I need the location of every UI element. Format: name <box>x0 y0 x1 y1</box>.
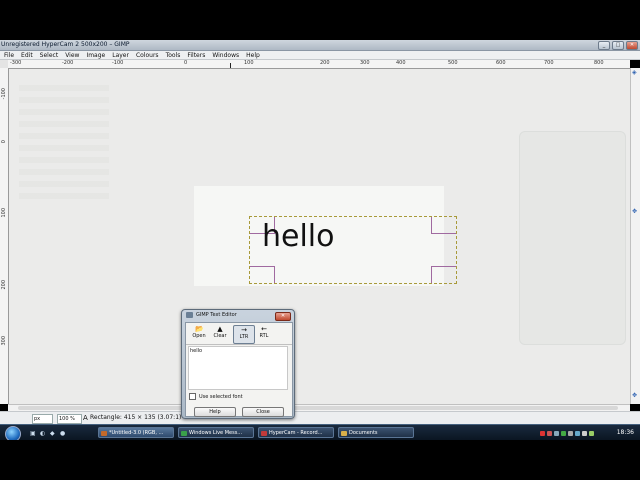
menu-view[interactable]: View <box>65 51 79 59</box>
dialog-close-button[interactable]: ✕ <box>275 312 291 321</box>
clear-icon: ▲ <box>217 325 223 333</box>
menu-edit[interactable]: Edit <box>21 51 33 59</box>
help-button[interactable]: Help <box>194 407 236 417</box>
background-ghost-window <box>519 131 626 345</box>
gimp-icon <box>186 312 193 318</box>
taskbar-item-gimp[interactable]: *Untitled-3.0 (RGB, ... <box>98 427 174 438</box>
ruler-tick: 0 <box>1 140 7 144</box>
menu-filters[interactable]: Filters <box>187 51 205 59</box>
menu-select[interactable]: Select <box>40 51 59 59</box>
nav-icon[interactable]: ◈ <box>632 69 637 76</box>
ruler-tick: 200 <box>1 280 7 290</box>
ltr-icon: → <box>241 326 247 334</box>
rtl-icon: ← <box>261 325 267 333</box>
quick-launch-icon[interactable]: ▣ <box>30 430 36 437</box>
window-titlebar[interactable]: Unregistered HyperCam 2 500x200 – GIMP _… <box>0 40 640 51</box>
canvas-text[interactable]: hello <box>262 219 335 255</box>
taskbar-item-messenger[interactable]: Windows Live Mess... <box>178 427 254 438</box>
text-editor-dialog: GIMP Text Editor ✕ 📂 Open ▲ Clear → LTR … <box>181 309 295 419</box>
gimp-icon <box>101 431 107 436</box>
tray-icon[interactable] <box>561 430 566 436</box>
ruler-tick: 400 <box>396 60 406 66</box>
ruler-tick: 800 <box>594 60 604 66</box>
network-icon[interactable] <box>589 430 594 436</box>
ruler-tick: -300 <box>10 60 22 66</box>
window-title: Unregistered HyperCam 2 500x200 – GIMP <box>1 41 130 48</box>
resize-handle-bottom-left[interactable] <box>250 266 275 283</box>
ltr-button[interactable]: → LTR <box>233 325 255 344</box>
volume-icon[interactable] <box>582 430 587 436</box>
tray-icon[interactable] <box>547 430 552 436</box>
close-button[interactable]: ✕ <box>626 41 638 50</box>
folder-icon: 📂 <box>195 325 204 333</box>
hypercam-icon <box>261 431 267 436</box>
menu-colours[interactable]: Colours <box>136 51 159 59</box>
tray-icon[interactable] <box>554 430 559 436</box>
maximize-button[interactable]: □ <box>612 41 624 50</box>
taskbar: ▣ ◐ ◆ ● *Untitled-3.0 (RGB, ... Windows … <box>0 424 640 442</box>
ruler-tick: 500 <box>448 60 458 66</box>
tray-icon[interactable] <box>540 430 545 436</box>
menu-tools[interactable]: Tools <box>166 51 181 59</box>
status-message: Rectangle: 415 × 135 (3.07:1) <box>90 414 182 421</box>
vertical-ruler[interactable]: -100 0 100 200 300 <box>0 68 9 404</box>
folder-icon <box>341 431 347 436</box>
ruler-tick: 300 <box>360 60 370 66</box>
zoom-select[interactable]: 100 % <box>57 414 82 424</box>
dialog-close-text-button[interactable]: Close <box>242 407 284 417</box>
video-letterbox-top <box>0 0 640 40</box>
video-letterbox-bottom <box>0 440 640 480</box>
menu-help[interactable]: Help <box>246 51 260 59</box>
menu-image[interactable]: Image <box>86 51 105 59</box>
menu-bar: File Edit Select View Image Layer Colour… <box>0 51 640 60</box>
horizontal-ruler[interactable]: -300 -200 -100 0 100 200 300 400 500 600… <box>8 60 630 69</box>
ruler-tick: -100 <box>1 88 7 100</box>
tray-icon[interactable] <box>568 430 573 436</box>
ruler-tick: 0 <box>184 60 188 66</box>
text-layer-box[interactable]: hello <box>249 216 457 284</box>
quick-launch-icon[interactable]: ◐ <box>40 430 45 437</box>
ruler-tick: 200 <box>320 60 330 66</box>
menu-layer[interactable]: Layer <box>112 51 129 59</box>
clear-button[interactable]: ▲ Clear <box>210 325 230 342</box>
dialog-title: GIMP Text Editor <box>196 312 237 318</box>
ruler-tick: -200 <box>62 60 74 66</box>
background-ghost-panel <box>19 79 109 199</box>
move-icon[interactable]: ✥ <box>632 208 637 215</box>
taskbar-item-hypercam[interactable]: HyperCam - Record... <box>258 427 334 438</box>
status-bar: px 100 % A Rectangle: 415 × 135 (3.07:1) <box>0 411 640 425</box>
image-canvas[interactable]: hello <box>9 69 630 404</box>
move-icon[interactable]: ✥ <box>632 392 637 399</box>
scrollbar-thumb[interactable] <box>18 406 618 410</box>
use-selected-font-checkbox[interactable]: Use selected font <box>189 393 243 400</box>
ruler-pointer-marker <box>230 63 231 68</box>
open-button[interactable]: 📂 Open <box>189 325 209 342</box>
resize-handle-bottom-right[interactable] <box>431 266 456 283</box>
minimize-button[interactable]: _ <box>598 41 610 50</box>
tray-icon[interactable] <box>575 430 580 436</box>
dialog-separator <box>186 344 292 345</box>
rtl-button[interactable]: ← RTL <box>254 325 274 342</box>
checkbox-box[interactable] <box>189 393 196 400</box>
quick-launch-icon[interactable]: ◆ <box>50 430 55 437</box>
text-tool-icon: A <box>83 414 88 422</box>
text-editor-area[interactable]: hello <box>188 346 288 390</box>
resize-handle-top-right[interactable] <box>431 217 456 234</box>
unit-select[interactable]: px <box>32 414 53 424</box>
menu-file[interactable]: File <box>4 51 14 59</box>
clock[interactable]: 18:36 <box>617 429 634 436</box>
vertical-scrollbar[interactable]: ◈ ✥ ✥ <box>630 68 640 404</box>
messenger-icon <box>181 431 187 436</box>
menu-windows[interactable]: Windows <box>212 51 239 59</box>
ruler-tick: 100 <box>1 208 7 218</box>
ruler-tick: 100 <box>244 60 254 66</box>
ruler-tick: 700 <box>544 60 554 66</box>
ruler-tick: 600 <box>496 60 506 66</box>
quick-launch-icon[interactable]: ● <box>60 430 65 437</box>
ruler-tick: -100 <box>112 60 124 66</box>
dialog-body: 📂 Open ▲ Clear → LTR ← RTL hello Use sel… <box>185 322 293 417</box>
ruler-tick: 300 <box>1 336 7 346</box>
taskbar-item-documents[interactable]: Documents <box>338 427 414 438</box>
